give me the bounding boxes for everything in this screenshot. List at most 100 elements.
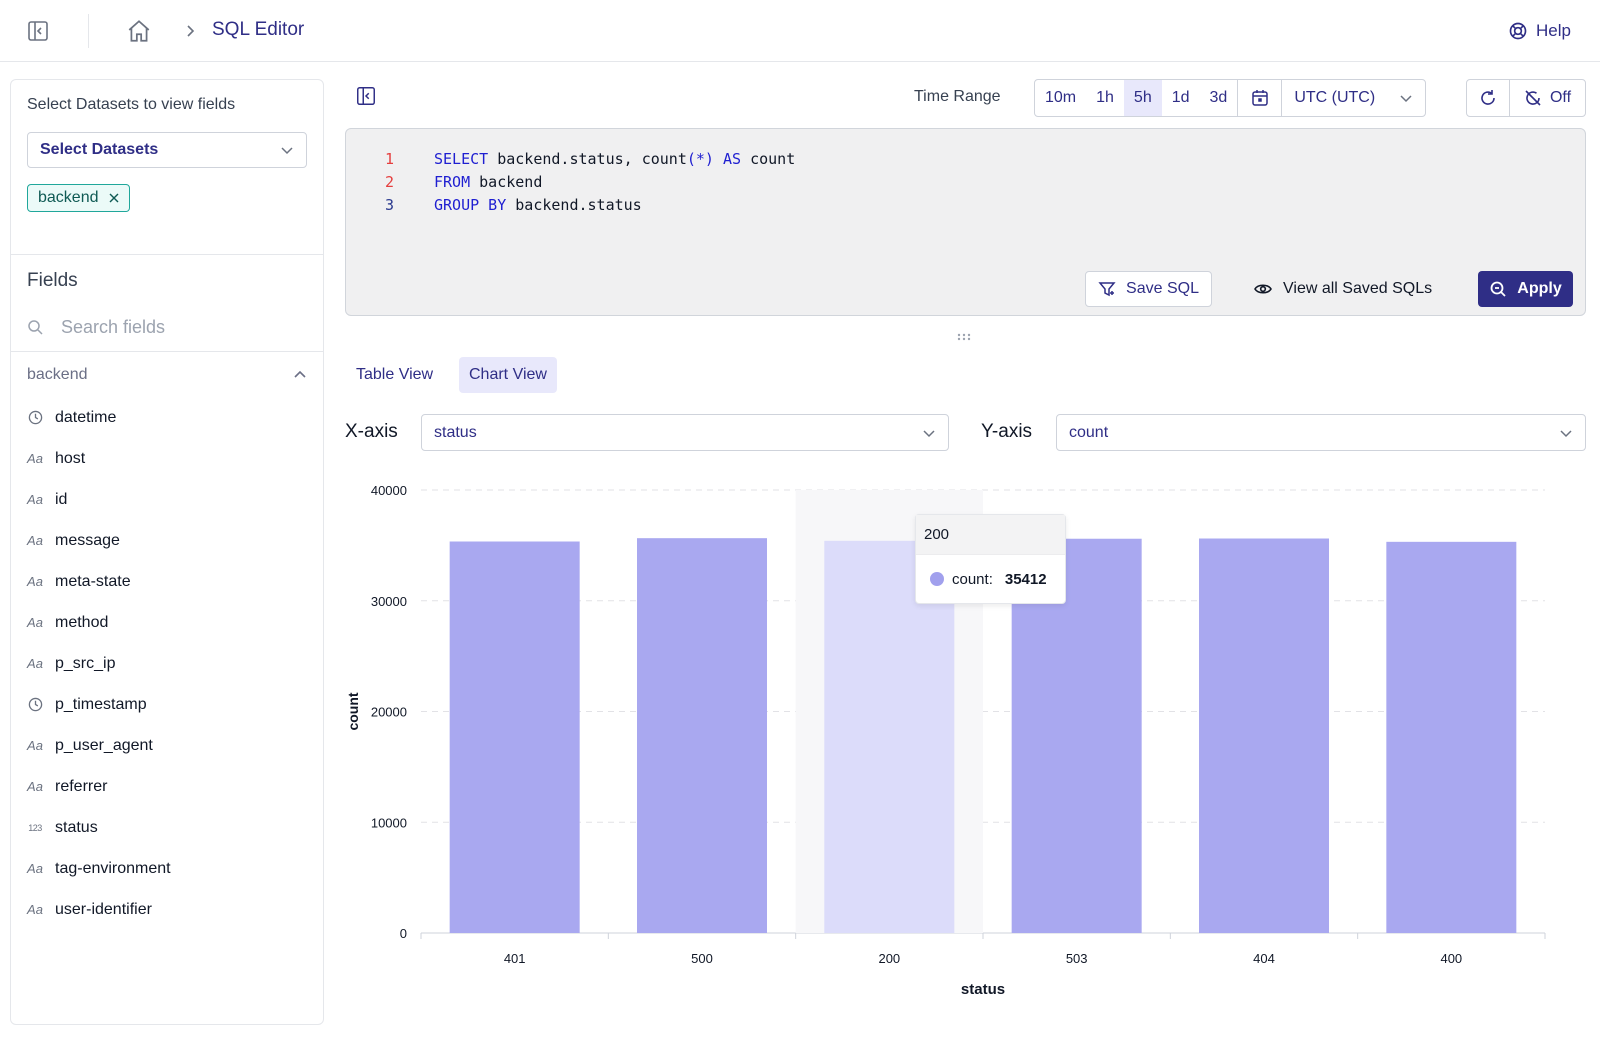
resize-handle-icon[interactable] [957, 333, 971, 341]
x-tick-label: 400 [1440, 951, 1462, 966]
bar[interactable] [1199, 538, 1329, 933]
sql-keyword: (*) [686, 149, 714, 168]
fields-sidebar: Select Datasets to view fields Select Da… [10, 79, 324, 1025]
y-axis-label: Y-axis [981, 421, 1033, 442]
tooltip-header: 200 [916, 515, 1065, 555]
field-name: message [55, 531, 120, 549]
sql-editor[interactable]: 1 SELECT backend.status, count (*) AS coun… [345, 128, 1586, 316]
chart-tooltip: 200 count: 35412 [915, 514, 1066, 604]
view-saved-label: View all Saved SQLs [1283, 280, 1433, 297]
apply-button[interactable]: Apply [1478, 271, 1573, 307]
text-type-icon: Aa [27, 574, 43, 589]
tooltip-row: count: 35412 [916, 555, 1065, 603]
datasets-label: Select Datasets to view fields [27, 96, 236, 113]
sql-keyword: FROM [434, 172, 471, 191]
sql-text: backend.status [506, 195, 642, 214]
code-line: 3 GROUP BY backend.status [346, 193, 795, 216]
divider [11, 254, 323, 255]
field-item[interactable]: Aa message [27, 520, 307, 561]
time-option[interactable]: 1d [1162, 80, 1200, 116]
apply-label: Apply [1517, 280, 1562, 297]
y-tick-label: 30000 [371, 594, 407, 609]
x-tick-label: 404 [1253, 951, 1275, 966]
search-fields-input[interactable]: Search fields [27, 312, 307, 342]
sidebar-toggle-icon[interactable] [26, 19, 50, 43]
field-item[interactable]: 123 status [27, 807, 307, 848]
help-label: Help [1536, 21, 1571, 40]
breadcrumb-current[interactable]: SQL Editor [212, 19, 304, 41]
close-icon[interactable] [109, 193, 119, 203]
field-name: p_user_agent [55, 736, 153, 754]
refresh-icon [1481, 90, 1495, 105]
time-option[interactable]: 10m [1035, 80, 1086, 116]
dataset-group-header[interactable]: backend [27, 361, 307, 389]
lifebuoy-icon [1509, 22, 1527, 40]
field-item[interactable]: Aa user-identifier [27, 889, 307, 930]
text-type-icon: Aa [27, 861, 43, 876]
field-name: p_src_ip [55, 654, 116, 672]
time-option[interactable]: 5h [1123, 80, 1162, 116]
chevron-down-icon [1400, 95, 1412, 103]
refresh-off-icon [1525, 90, 1541, 106]
sql-text: backend.status, count [488, 149, 687, 168]
search-icon [28, 320, 43, 335]
sql-code[interactable]: 1 SELECT backend.status, count (*) AS coun… [346, 147, 795, 216]
x-axis-select[interactable]: status [421, 414, 949, 451]
bar[interactable] [1386, 541, 1517, 933]
calendar-button[interactable] [1237, 80, 1281, 116]
number-type-icon: 123 [28, 822, 42, 833]
search-placeholder: Search fields [61, 316, 166, 337]
field-item[interactable]: Aa tag-environment [27, 848, 307, 889]
time-option[interactable]: 1h [1086, 80, 1124, 116]
dataset-tag-label: backend [38, 189, 99, 206]
save-sql-button[interactable]: Save SQL [1085, 271, 1212, 307]
auto-refresh-toggle[interactable]: Off [1510, 80, 1585, 116]
text-type-icon: Aa [27, 738, 43, 753]
dataset-group-name: backend [27, 366, 88, 383]
bar[interactable] [449, 541, 580, 933]
y-axis-value: count [1069, 423, 1109, 441]
text-type-icon: Aa [27, 656, 43, 671]
dataset-tag: backend [27, 184, 130, 212]
field-item[interactable]: Aa meta-state [27, 561, 307, 602]
field-item[interactable]: Aa p_src_ip [27, 643, 307, 684]
line-number: 1 [384, 149, 394, 168]
help-button[interactable]: Help [1508, 19, 1571, 43]
x-tick-label: 500 [691, 951, 713, 966]
bar[interactable] [637, 538, 767, 933]
home-icon[interactable] [126, 18, 152, 44]
field-item[interactable]: Aa method [27, 602, 307, 643]
x-tick-label: 200 [878, 951, 900, 966]
time-range-label: Time Range [914, 88, 1001, 105]
y-tick-label: 20000 [371, 705, 407, 720]
calendar-icon [1252, 90, 1268, 106]
view-saved-sqls-button[interactable]: View all Saved SQLs [1253, 271, 1432, 307]
field-name: method [55, 613, 109, 631]
time-option[interactable]: 3d [1200, 80, 1238, 116]
timezone-select[interactable]: UTC (UTC) [1281, 80, 1425, 116]
tooltip-series-name: count: [952, 570, 993, 588]
y-axis-select[interactable]: count [1056, 414, 1586, 451]
refresh-button[interactable] [1467, 80, 1510, 116]
y-tick-label: 10000 [371, 815, 407, 830]
field-item[interactable]: Aa host [27, 438, 307, 479]
tab-table-view[interactable]: Table View [346, 357, 443, 393]
field-item[interactable]: datetime [27, 397, 307, 438]
field-list: datetime Aa host Aa id Aa message Aa meta-state A… [27, 397, 307, 930]
tab-chart-view[interactable]: Chart View [459, 357, 557, 393]
field-item[interactable]: Aa id [27, 479, 307, 520]
search-icon [1490, 281, 1506, 297]
save-sql-label: Save SQL [1126, 280, 1199, 297]
datasets-placeholder: Select Datasets [40, 141, 159, 158]
code-line: 1 SELECT backend.status, count (*) AS coun… [346, 147, 795, 170]
chevron-down-icon [281, 147, 293, 155]
filter-save-icon [1098, 282, 1116, 297]
panel-toggle-icon[interactable] [355, 85, 377, 107]
field-item[interactable]: Aa p_user_agent [27, 725, 307, 766]
datasets-select[interactable]: Select Datasets [27, 132, 307, 168]
field-item[interactable]: Aa referrer [27, 766, 307, 807]
chevron-right-icon [187, 25, 195, 37]
text-type-icon: Aa [27, 533, 43, 548]
field-item[interactable]: p_timestamp [27, 684, 307, 725]
